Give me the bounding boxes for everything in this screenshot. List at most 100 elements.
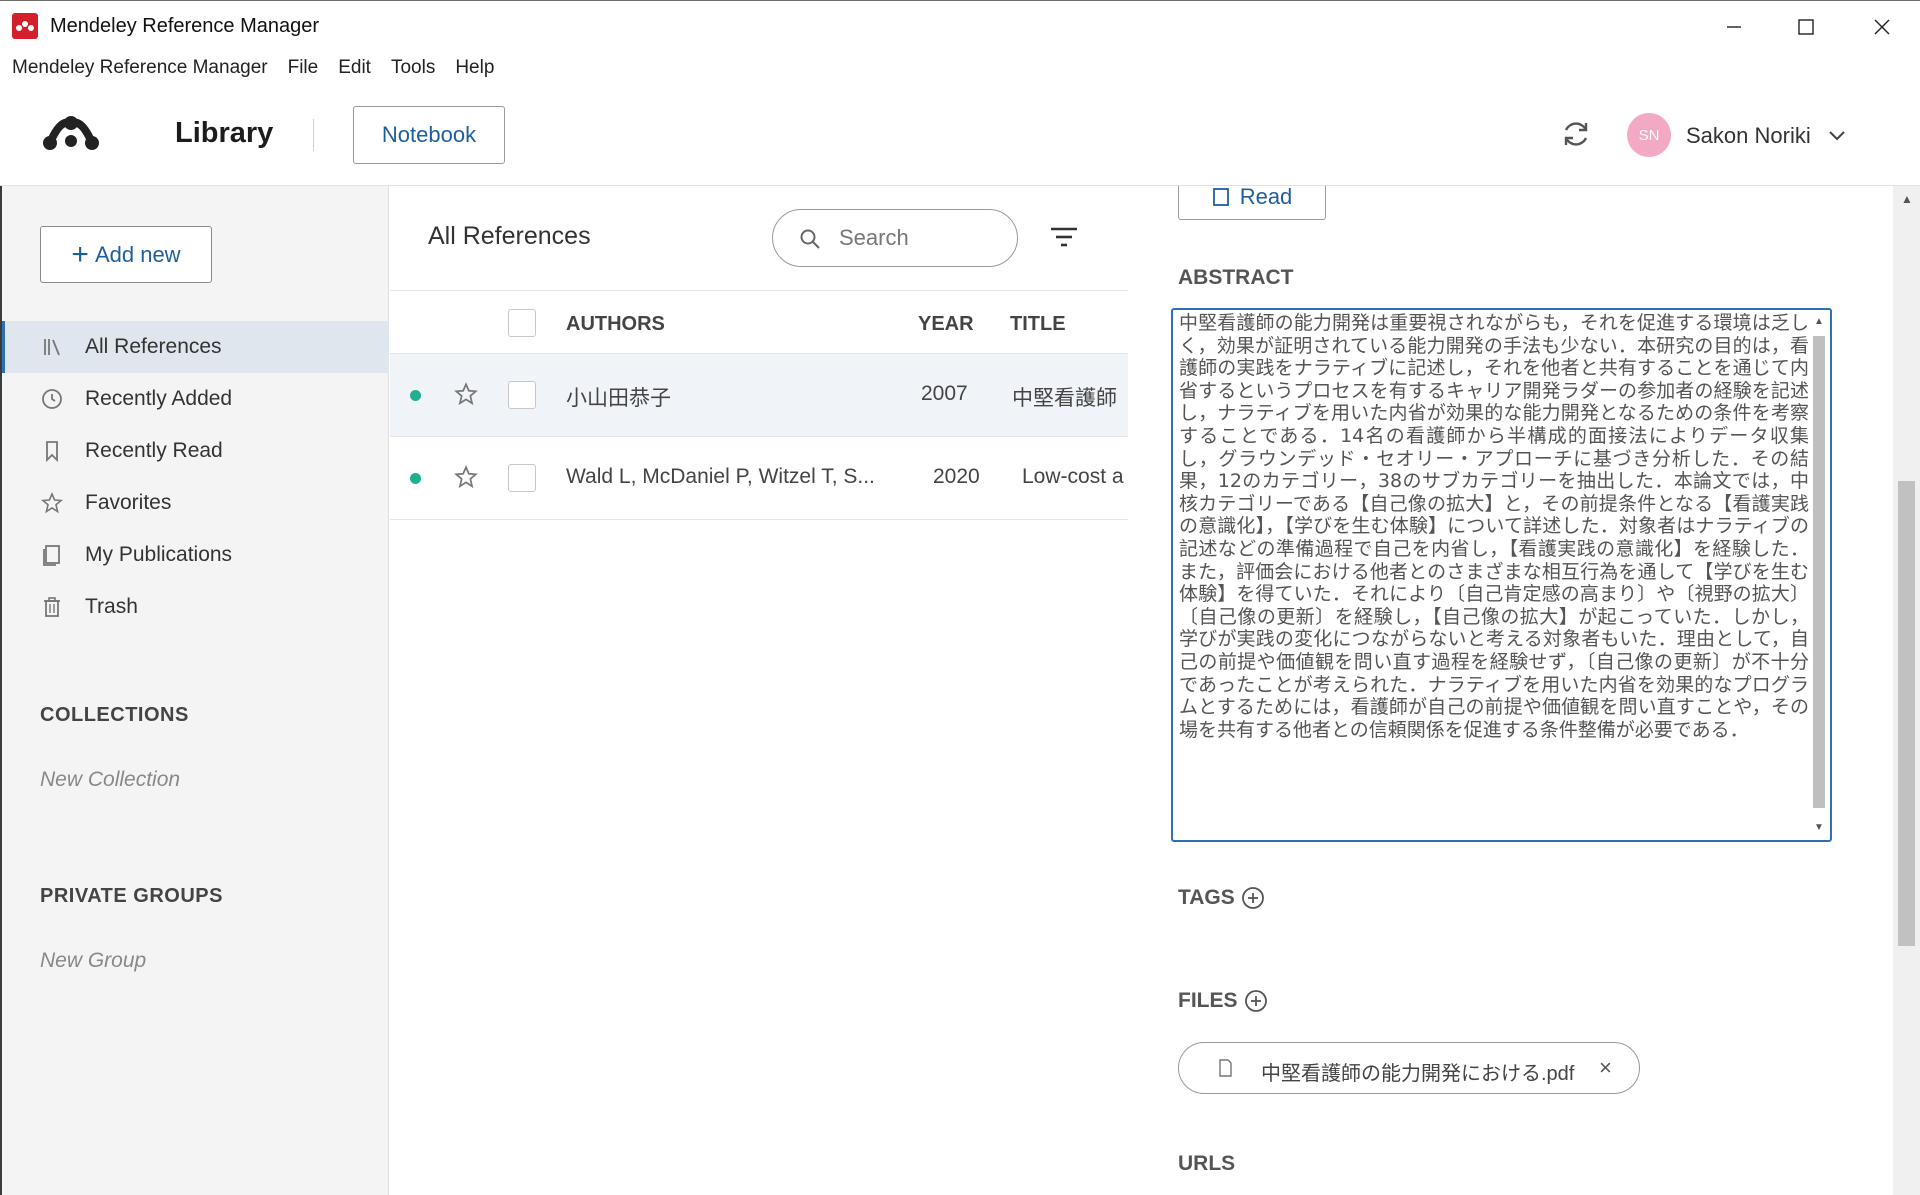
window-edge <box>0 186 2 1195</box>
new-group-link[interactable]: New Group <box>40 949 146 973</box>
row-checkbox[interactable] <box>508 381 536 409</box>
filter-icon[interactable] <box>1050 226 1078 248</box>
column-year[interactable]: YEAR <box>918 313 974 336</box>
add-new-button[interactable]: + Add new <box>40 226 212 283</box>
scroll-thumb[interactable] <box>1813 336 1825 808</box>
add-file-icon[interactable] <box>1244 989 1268 1013</box>
sidebar-item-recently-added[interactable]: Recently Added <box>0 373 389 425</box>
table-row[interactable]: 小山田恭子 2007 中堅看護師 <box>390 354 1128 437</box>
scroll-thumb[interactable] <box>1898 481 1915 946</box>
remove-file-icon[interactable]: × <box>1599 1055 1612 1081</box>
star-icon <box>41 491 63 514</box>
sidebar-item-recently-read[interactable]: Recently Read <box>0 425 389 477</box>
add-new-label: Add new <box>94 241 181 267</box>
abstract-textarea[interactable]: 中堅看護師の能力開発は重要視されながらも，それを促進する環境は乏しく，効果が証明… <box>1171 308 1832 842</box>
sidebar-item-favorites[interactable]: Favorites <box>0 477 389 529</box>
sidebar-item-label: Favorites <box>85 491 172 514</box>
table-row[interactable]: Wald L, McDaniel P, Witzel T, S... 2020 … <box>390 437 1128 520</box>
cell-authors: Wald L, McDaniel P, Witzel T, S... <box>566 465 875 488</box>
user-name[interactable]: Sakon Noriki <box>1686 123 1811 149</box>
menu-app[interactable]: Mendeley Reference Manager <box>12 57 268 79</box>
close-icon <box>1874 19 1890 34</box>
file-chip[interactable]: 中堅看護師の能力開発における.pdf × <box>1178 1042 1640 1094</box>
scroll-up-icon[interactable]: ▲ <box>1813 316 1825 328</box>
search-box[interactable] <box>772 209 1018 267</box>
column-header-row: AUTHORS YEAR TITLE <box>390 290 1128 354</box>
files-heading-label: FILES <box>1178 989 1238 1012</box>
search-input[interactable] <box>839 224 999 252</box>
row-checkbox[interactable] <box>508 464 536 492</box>
column-authors[interactable]: AUTHORS <box>566 313 665 336</box>
unread-dot-icon <box>410 473 421 484</box>
sidebar-item-label: All References <box>85 335 222 358</box>
details-scrollbar[interactable]: ▲ <box>1893 186 1920 1195</box>
cell-title: Low-cost a <box>1022 465 1124 488</box>
minimize-icon <box>1727 25 1741 28</box>
details-panel: Read ABSTRACT 中堅看護師の能力開発は重要視されながらも，それを促進… <box>1128 186 1893 1195</box>
tags-heading: TAGS <box>1178 886 1265 910</box>
sidebar-item-label: Trash <box>85 595 138 618</box>
select-all-checkbox[interactable] <box>508 309 536 337</box>
read-button[interactable]: Read <box>1178 186 1326 220</box>
sidebar-item-label: My Publications <box>85 543 233 566</box>
scroll-up-icon[interactable]: ▲ <box>1901 192 1913 206</box>
window-title: Mendeley Reference Manager <box>50 15 320 37</box>
cell-year: 2020 <box>933 465 980 488</box>
files-heading: FILES <box>1178 989 1268 1013</box>
tags-heading-label: TAGS <box>1178 886 1235 909</box>
menu-edit[interactable]: Edit <box>338 57 371 79</box>
file-icon <box>1219 1059 1232 1077</box>
new-collection-link[interactable]: New Collection <box>40 768 180 792</box>
header-divider <box>313 119 314 151</box>
mendeley-logo-icon <box>43 116 99 150</box>
reference-list: All References AUTHORS YEAR TITLE 小山田恭子 … <box>390 186 1128 1195</box>
column-title[interactable]: TITLE <box>1010 313 1066 336</box>
abstract-scrollbar[interactable]: ▲ ▼ <box>1810 312 1828 838</box>
urls-heading: URLS <box>1178 1152 1236 1175</box>
list-title: All References <box>428 222 591 250</box>
sync-icon[interactable] <box>1560 118 1592 150</box>
collections-heading: COLLECTIONS <box>40 704 189 726</box>
menu-file[interactable]: File <box>288 57 319 79</box>
abstract-heading: ABSTRACT <box>1178 266 1294 289</box>
menu-help[interactable]: Help <box>455 57 494 79</box>
unread-dot-icon <box>410 390 421 401</box>
star-icon[interactable] <box>453 381 479 407</box>
sidebar-item-my-publications[interactable]: My Publications <box>0 529 389 581</box>
app-icon <box>12 13 38 39</box>
sidebar: + Add new All References Recently Added … <box>0 186 389 1195</box>
book-icon <box>1212 188 1229 206</box>
bookmark-icon <box>46 441 58 463</box>
plus-icon: + <box>71 237 89 271</box>
minimize-button[interactable] <box>1698 1 1770 52</box>
search-icon <box>800 229 820 249</box>
sidebar-item-label: Recently Read <box>85 439 223 462</box>
chevron-down-icon[interactable] <box>1827 125 1847 145</box>
avatar[interactable]: SN <box>1627 113 1671 157</box>
sidebar-item-all-references[interactable]: All References <box>0 321 389 373</box>
trash-icon <box>44 597 60 617</box>
sidebar-item-trash[interactable]: Trash <box>0 581 389 633</box>
close-window-button[interactable] <box>1846 1 1918 52</box>
app-header: Library Notebook SN Sakon Noriki <box>0 85 1920 186</box>
add-tag-icon[interactable] <box>1241 886 1265 910</box>
read-label: Read <box>1239 186 1293 209</box>
clock-icon <box>42 389 62 409</box>
star-icon[interactable] <box>453 464 479 490</box>
scroll-down-icon[interactable]: ▼ <box>1813 822 1825 834</box>
menu-tools[interactable]: Tools <box>391 57 435 79</box>
maximize-icon <box>1798 18 1814 35</box>
notebook-button[interactable]: Notebook <box>353 106 505 164</box>
sidebar-item-label: Recently Added <box>85 387 233 410</box>
private-groups-heading: PRIVATE GROUPS <box>40 885 223 907</box>
maximize-button[interactable] <box>1770 1 1842 52</box>
file-name: 中堅看護師の能力開発における.pdf <box>1261 1063 1575 1085</box>
menu-bar: Mendeley Reference Manager File Edit Too… <box>0 51 1920 85</box>
cell-title: 中堅看護師 <box>1012 387 1117 410</box>
library-title[interactable]: Library <box>175 117 273 150</box>
library-icon <box>44 339 60 356</box>
publication-icon <box>43 545 60 566</box>
title-bar: Mendeley Reference Manager <box>0 0 1920 51</box>
abstract-text: 中堅看護師の能力開発は重要視されながらも，それを促進する環境は乏しく，効果が証明… <box>1179 312 1809 741</box>
cell-year: 2007 <box>921 382 968 405</box>
